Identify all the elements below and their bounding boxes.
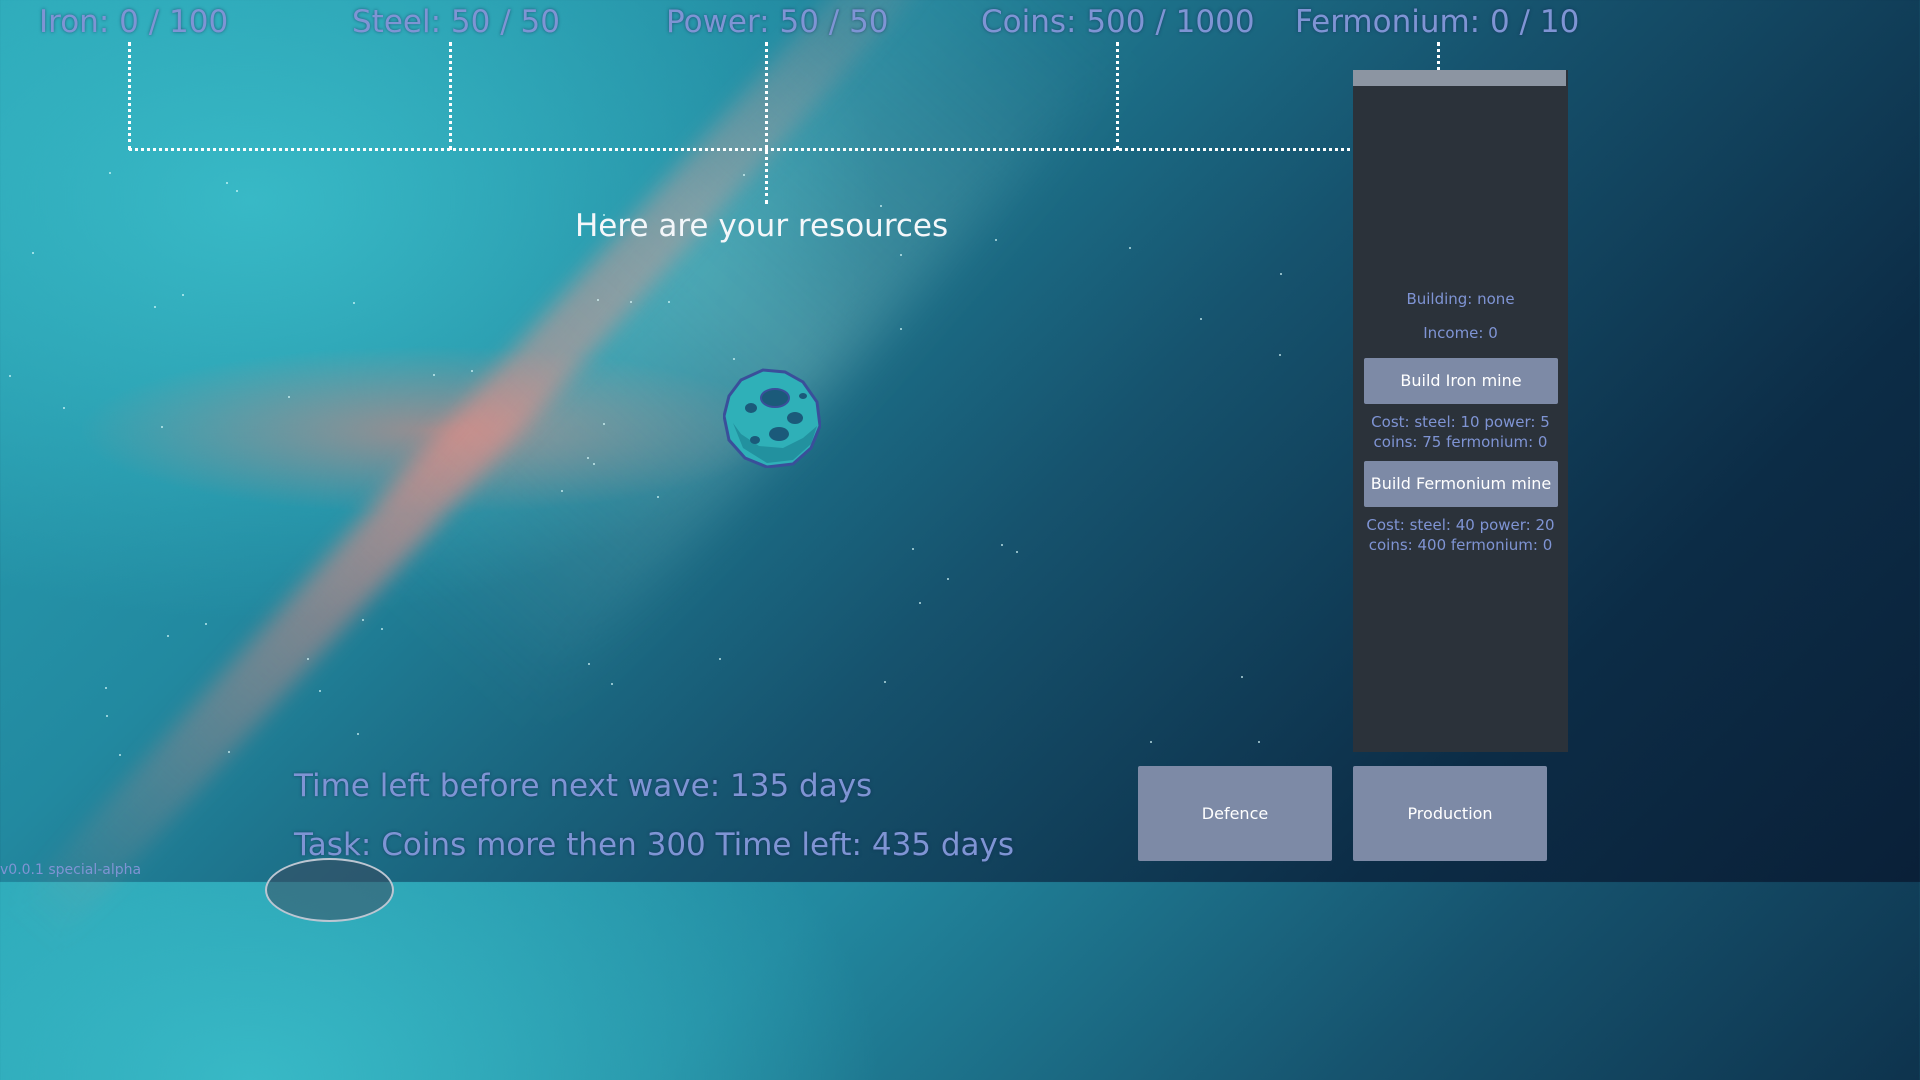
build-fermonium-mine-button[interactable]: Build Fermonium mine	[1364, 461, 1558, 507]
steel-counter: Steel: 50 / 50	[352, 4, 560, 40]
star	[1129, 247, 1131, 249]
fermonium-counter: Fermonium: 0 / 10	[1295, 4, 1580, 40]
star	[668, 301, 670, 303]
income-status: Income: 0	[1423, 324, 1498, 342]
star	[611, 683, 613, 685]
wave-timer: Time left before next wave: 135 days	[294, 768, 873, 804]
star	[236, 190, 238, 192]
star	[106, 715, 108, 717]
star	[433, 374, 435, 376]
tutorial-hint: Here are your resources	[575, 208, 949, 244]
planet-base-partial[interactable]	[265, 858, 394, 922]
star	[205, 623, 207, 625]
star	[381, 628, 383, 630]
star	[1016, 551, 1018, 553]
star	[884, 681, 886, 683]
star	[353, 302, 355, 304]
star	[228, 751, 230, 753]
star	[288, 396, 290, 398]
star	[357, 733, 359, 735]
star	[119, 754, 121, 756]
star	[319, 690, 321, 692]
star	[719, 658, 721, 660]
star	[167, 635, 169, 637]
star	[587, 457, 589, 459]
star	[154, 306, 156, 308]
build-iron-mine-button[interactable]: Build Iron mine	[1364, 358, 1558, 404]
star	[9, 375, 11, 377]
defence-button[interactable]: Defence	[1138, 766, 1332, 861]
star	[919, 602, 921, 604]
star	[1001, 544, 1003, 546]
fermonium-mine-cost-line1: Cost: steel: 40 power: 20	[1366, 516, 1555, 534]
production-button[interactable]: Production	[1353, 766, 1547, 861]
task-status: Task: Coins more then 300 Time left: 435…	[294, 827, 1015, 863]
star	[657, 496, 659, 498]
panel-header-bar	[1353, 70, 1566, 86]
iron-mine-cost-line2: coins: 75 fermonium: 0	[1373, 433, 1548, 451]
star	[561, 490, 563, 492]
star	[912, 548, 914, 550]
star	[1280, 273, 1282, 275]
star	[182, 294, 184, 296]
iron-counter: Iron: 0 / 100	[39, 4, 229, 40]
asteroid-sprite[interactable]	[723, 368, 821, 468]
star	[597, 299, 599, 301]
power-counter: Power: 50 / 50	[666, 4, 889, 40]
star	[109, 172, 111, 174]
star	[995, 239, 997, 241]
star	[105, 687, 107, 689]
star	[307, 658, 309, 660]
iron-mine-cost-line1: Cost: steel: 10 power: 5	[1371, 413, 1550, 431]
star	[226, 182, 228, 184]
star	[1150, 741, 1152, 743]
star	[161, 426, 163, 428]
star	[1258, 741, 1260, 743]
star	[588, 663, 590, 665]
star	[603, 423, 605, 425]
version-label: v0.0.1 special-alpha	[0, 862, 142, 878]
building-side-panel: Building: none Income: 0 Build Iron mine…	[1353, 70, 1568, 752]
star	[900, 328, 902, 330]
star	[32, 252, 34, 254]
star	[630, 301, 632, 303]
star	[1279, 354, 1281, 356]
star	[1200, 318, 1202, 320]
star	[880, 205, 882, 207]
coins-counter: Coins: 500 / 1000	[981, 4, 1255, 40]
star	[1241, 676, 1243, 678]
building-status: Building: none	[1406, 290, 1515, 308]
star	[947, 578, 949, 580]
star	[362, 619, 364, 621]
fermonium-mine-cost-line2: coins: 400 fermonium: 0	[1368, 536, 1553, 554]
star	[733, 358, 735, 360]
star	[63, 407, 65, 409]
star	[900, 254, 902, 256]
star	[593, 463, 595, 465]
star	[743, 174, 745, 176]
star	[471, 370, 473, 372]
